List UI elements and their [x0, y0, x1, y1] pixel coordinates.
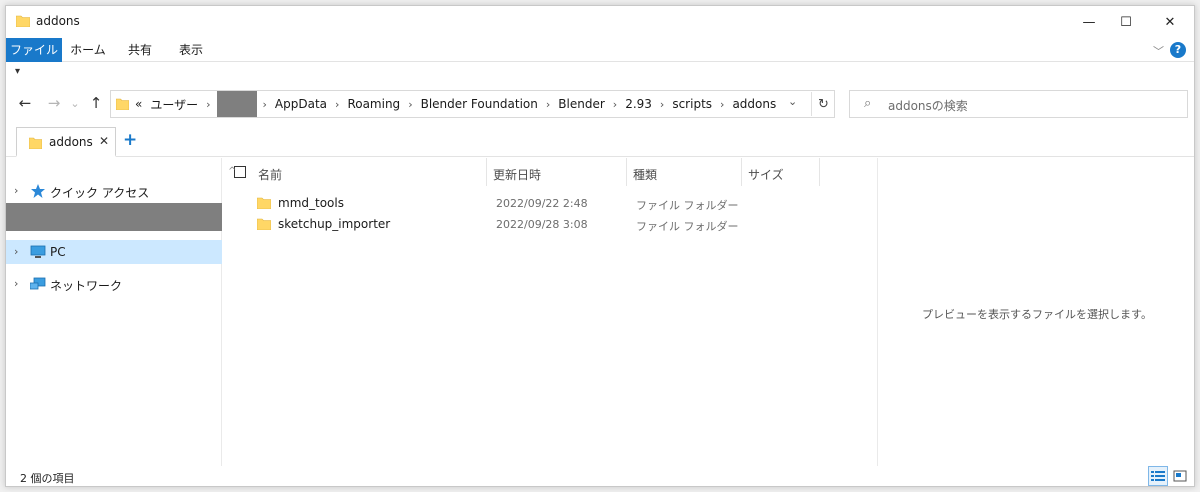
breadcrumb-blender[interactable]: Blender — [554, 97, 609, 111]
address-dropdown-icon[interactable]: ⌄ — [788, 95, 797, 108]
pc-icon — [30, 245, 46, 258]
up-button[interactable]: ↑ — [85, 92, 107, 114]
folder-tab-strip: addons ✕ + — [6, 127, 1194, 157]
breadcrumb-scripts[interactable]: scripts — [668, 97, 716, 111]
maximize-button[interactable]: ☐ — [1103, 6, 1149, 38]
chevron-right-icon[interactable]: › — [404, 98, 416, 111]
sort-ascending-icon: ^ — [228, 166, 237, 177]
chevron-right-icon[interactable]: › — [656, 98, 668, 111]
folder-tab-addons[interactable]: addons ✕ — [16, 127, 116, 157]
chevron-right-icon[interactable]: › — [716, 98, 728, 111]
title-bar: addons — ☐ ✕ — [6, 6, 1194, 38]
chevron-right-icon[interactable]: › — [259, 98, 271, 111]
file-type: ファイル フォルダー — [636, 220, 739, 233]
folder-icon — [257, 218, 271, 230]
file-modified: 2022/09/28 3:08 — [496, 218, 588, 231]
breadcrumb-overflow[interactable]: « — [131, 97, 146, 111]
content-area: › クイック アクセス › PC › ネットワーク ^ 名前 更新日時 種類 サ… — [6, 158, 1194, 466]
table-row[interactable]: mmd_tools 2022/09/22 2:48 ファイル フォルダー — [222, 193, 877, 213]
tab-share[interactable]: 共有 — [118, 38, 162, 62]
file-list: ^ 名前 更新日時 種類 サイズ mmd_tools 2022/09/22 2:… — [222, 158, 877, 466]
column-header-name[interactable]: ^ 名前 — [222, 158, 487, 186]
chevron-right-icon[interactable]: › — [609, 98, 621, 111]
file-modified: 2022/09/22 2:48 — [496, 197, 588, 210]
quick-access-toolbar: ▾ — [6, 63, 1194, 85]
file-type: ファイル フォルダー — [636, 199, 739, 212]
file-name[interactable]: sketchup_importer — [278, 217, 390, 231]
star-icon — [31, 184, 45, 198]
status-bar: 2 個の項目 — [6, 466, 1194, 486]
nav-item-network[interactable]: › ネットワーク — [6, 272, 222, 296]
column-label: 名前 — [258, 168, 283, 182]
breadcrumb-users[interactable]: ユーザー — [146, 96, 202, 113]
nav-item-label: クイック アクセス — [50, 186, 150, 200]
nav-item-pc[interactable]: › PC — [6, 240, 222, 264]
folder-tab-label: addons — [49, 135, 93, 149]
large-icons-view-icon — [1173, 470, 1187, 482]
breadcrumb-version[interactable]: 2.93 — [621, 97, 656, 111]
nav-item-quick-access[interactable]: › クイック アクセス — [6, 179, 222, 203]
search-input[interactable]: addonsの検索 — [888, 97, 968, 114]
navigation-bar: ← → ⌄ ↑ « ユーザー › › AppData › Roaming › B… — [6, 88, 1194, 120]
chevron-right-icon[interactable]: › — [14, 245, 18, 258]
chevron-right-icon[interactable]: › — [202, 98, 214, 111]
details-view-button[interactable] — [1148, 466, 1168, 486]
address-bar[interactable]: « ユーザー › › AppData › Roaming › Blender F… — [110, 90, 835, 118]
nav-item-label: PC — [50, 245, 66, 259]
folder-icon — [116, 98, 129, 110]
window-title: addons — [36, 14, 80, 28]
tab-home[interactable]: ホーム — [64, 38, 112, 62]
tab-file[interactable]: ファイル — [6, 38, 62, 62]
refresh-button[interactable]: ↻ — [811, 92, 835, 116]
preview-message: プレビューを表示するファイルを選択します。 — [922, 308, 1152, 321]
breadcrumb-addons[interactable]: addons — [728, 97, 780, 111]
breadcrumb-roaming[interactable]: Roaming — [343, 97, 404, 111]
details-view-icon — [1151, 471, 1165, 481]
back-button[interactable]: ← — [14, 92, 36, 114]
close-icon[interactable]: ✕ — [99, 134, 109, 148]
explorer-window: addons — ☐ ✕ ファイル ホーム 共有 表示 ﹀ ? ▾ ← → ⌄ … — [5, 5, 1195, 487]
add-tab-button[interactable]: + — [123, 130, 137, 150]
search-box[interactable]: ⌕ addonsの検索 — [849, 90, 1188, 118]
nav-item-label: ネットワーク — [50, 279, 123, 293]
breadcrumb-blender-foundation[interactable]: Blender Foundation — [417, 97, 542, 111]
close-button[interactable]: ✕ — [1147, 6, 1193, 38]
redacted-nav-item — [6, 203, 222, 231]
chevron-down-icon[interactable]: ﹀ — [1153, 43, 1164, 59]
navigation-pane: › クイック アクセス › PC › ネットワーク — [6, 158, 222, 466]
large-icons-view-button[interactable] — [1170, 466, 1190, 486]
column-label: サイズ — [748, 168, 784, 182]
redacted-username — [216, 91, 257, 117]
forward-button[interactable]: → — [43, 92, 65, 114]
recent-locations-button[interactable]: ⌄ — [64, 92, 86, 114]
table-row[interactable]: sketchup_importer 2022/09/28 3:08 ファイル フ… — [222, 214, 877, 234]
column-header-modified[interactable]: 更新日時 — [487, 158, 627, 186]
column-header-type[interactable]: 種類 — [627, 158, 742, 186]
network-icon — [30, 277, 46, 290]
item-count: 2 個の項目 — [20, 472, 75, 485]
chevron-right-icon[interactable]: › — [542, 98, 554, 111]
customize-toolbar-icon[interactable]: ▾ — [15, 66, 20, 77]
column-label: 種類 — [633, 168, 658, 182]
ribbon-tabs: ファイル ホーム 共有 表示 ﹀ ? — [6, 38, 1194, 62]
breadcrumb: « ユーザー › › AppData › Roaming › Blender F… — [131, 91, 780, 117]
column-label: 更新日時 — [493, 168, 542, 182]
tab-view[interactable]: 表示 — [168, 38, 214, 62]
chevron-right-icon[interactable]: › — [331, 98, 343, 111]
chevron-right-icon[interactable]: › — [14, 277, 18, 290]
folder-icon — [257, 197, 271, 209]
folder-icon — [16, 15, 30, 27]
column-header-size[interactable]: サイズ — [742, 158, 820, 186]
preview-pane: プレビューを表示するファイルを選択します。 — [877, 158, 1194, 466]
chevron-right-icon[interactable]: › — [14, 184, 18, 197]
breadcrumb-appdata[interactable]: AppData — [271, 97, 331, 111]
search-icon: ⌕ — [864, 96, 872, 111]
folder-icon — [29, 137, 42, 149]
help-icon[interactable]: ? — [1170, 42, 1186, 58]
file-name[interactable]: mmd_tools — [278, 196, 344, 210]
